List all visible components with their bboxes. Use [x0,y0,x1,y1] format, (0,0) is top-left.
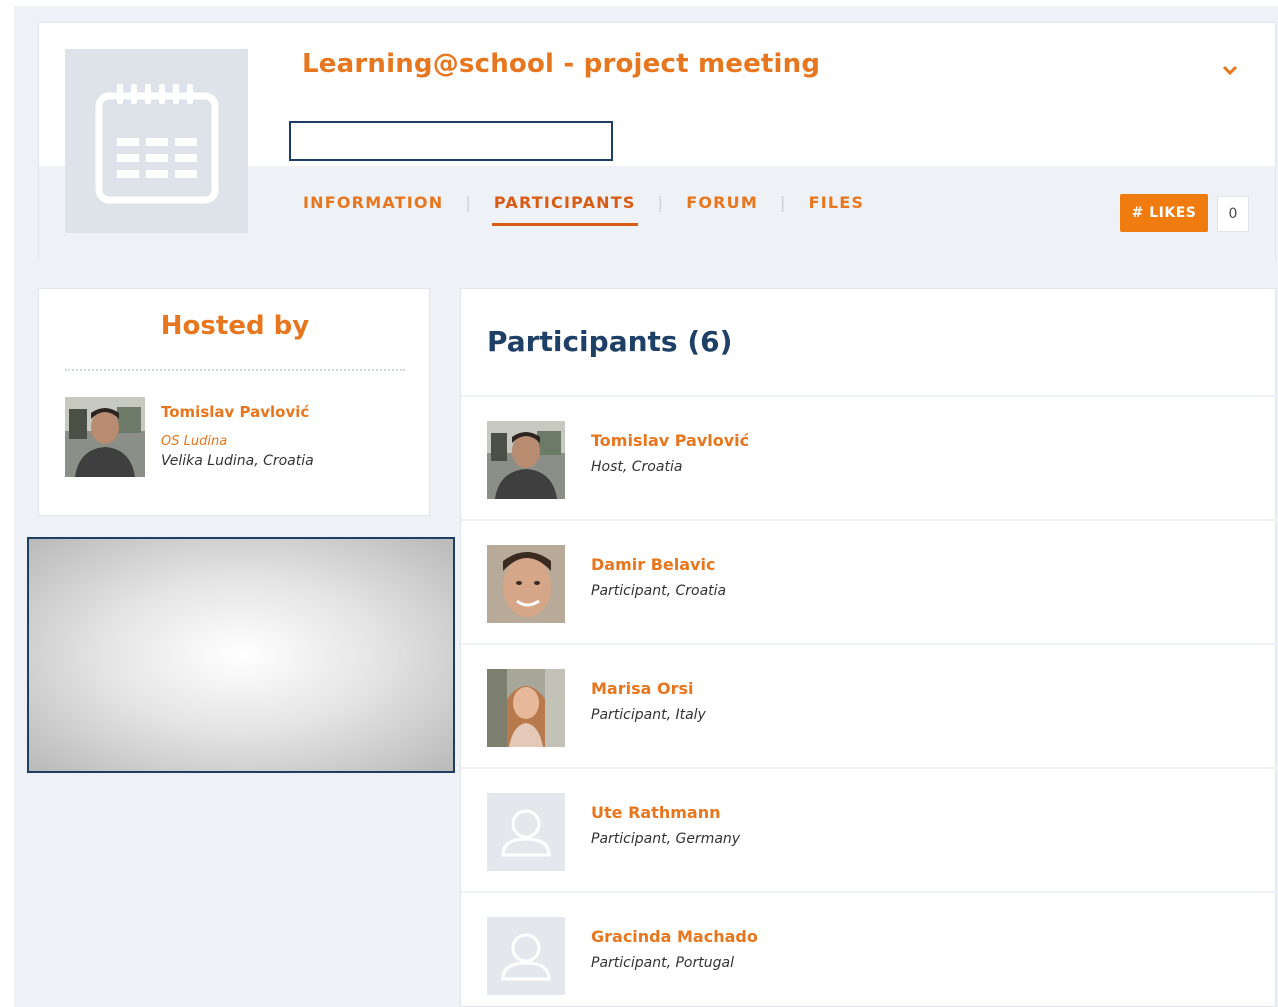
participant-name[interactable]: Marisa Orsi [591,679,693,698]
avatar [487,669,565,747]
participant-role: Host, Croatia [591,459,683,475]
list-item[interactable]: Gracinda Machado Participant, Portugal [461,891,1277,1007]
list-item[interactable]: Tomislav Pavlović Host, Croatia [461,395,1277,519]
avatar [487,545,565,623]
tab-participants[interactable]: PARTICIPANTS [491,193,638,226]
participant-name[interactable]: Tomislav Pavlović [591,431,749,450]
participant-role: Participant, Croatia [591,583,727,599]
event-header-card: Learning@school - project meeting INFORM… [38,22,1276,260]
host-organization[interactable]: OS Ludina [161,434,227,449]
participant-name[interactable]: Ute Rathmann [591,803,720,822]
list-item[interactable]: Damir Belavic Participant, Croatia [461,519,1277,643]
tab-divider: | [779,193,787,212]
tab-forum[interactable]: FORUM [684,193,760,212]
user-placeholder-icon [487,793,565,871]
participants-title: Participants (6) [487,325,733,358]
user-placeholder-icon [487,917,565,995]
avatar [487,421,565,499]
participant-name[interactable]: Gracinda Machado [591,927,758,946]
tab-information[interactable]: INFORMATION [301,193,445,212]
host-name[interactable]: Tomislav Pavlović [161,403,309,421]
calendar-icon [65,49,248,233]
hosted-by-card: Hosted by Tomislav Pavlović OS Ludina Ve… [38,288,430,516]
participant-role: Participant, Germany [591,831,741,847]
participants-card: Participants (6) Tomislav Pavlović Host,… [460,288,1277,1007]
participant-role: Participant, Italy [591,707,706,723]
host-location: Velika Ludina, Croatia [161,453,314,469]
redacted-field [289,121,613,161]
tab-divider: | [465,193,472,212]
chevron-down-icon[interactable] [1219,59,1241,81]
hosted-by-heading: Hosted by [160,311,310,341]
event-tabs: INFORMATION | PARTICIPANTS | FORUM | FIL… [301,193,867,226]
list-item[interactable]: Marisa Orsi Participant, Italy [461,643,1277,767]
event-title: Learning@school - project meeting [302,49,821,79]
host-avatar[interactable] [65,397,145,477]
likes-button[interactable]: # LIKES [1120,194,1208,232]
participant-name[interactable]: Damir Belavic [591,555,715,574]
tab-files[interactable]: FILES [807,193,867,212]
tab-divider: | [657,193,665,212]
divider [65,369,405,371]
placeholder-panel [27,537,455,773]
list-item[interactable]: Ute Rathmann Participant, Germany [461,767,1277,891]
participant-role: Participant, Portugal [591,955,734,971]
likes-count: 0 [1217,196,1249,232]
